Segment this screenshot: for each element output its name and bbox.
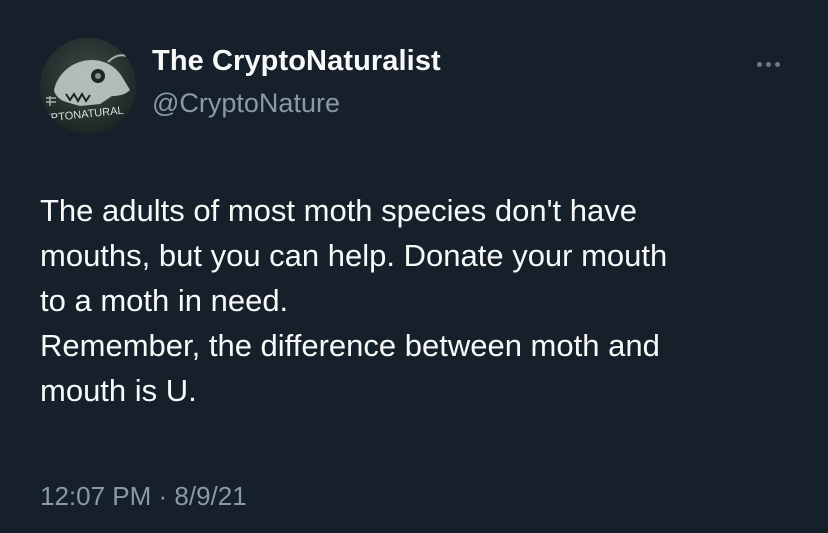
tweet-text: The adults of most moth species don't ha… — [40, 188, 800, 413]
author-handle[interactable]: @CryptoNature — [152, 88, 340, 119]
more-options-icon — [756, 61, 762, 67]
more-options-button[interactable] — [750, 52, 786, 76]
tweet-text-line: mouth is U. — [40, 373, 197, 408]
tweet-text-line: mouths, but you can help. Donate your mo… — [40, 238, 668, 273]
author-display-name[interactable]: The CryptoNaturalist — [152, 45, 441, 78]
tweet-text-line: to a moth in need. — [40, 283, 289, 318]
more-options-icon — [765, 61, 771, 67]
tweet-text-line: Remember, the difference between moth an… — [40, 328, 660, 363]
tweet-text-line: The adults of most moth species don't ha… — [40, 193, 637, 228]
more-options-icon — [774, 61, 780, 67]
fox-skull-avatar-icon: YPTONATURAL — [40, 38, 136, 134]
tweet-date-link[interactable]: 8/9/21 — [174, 481, 246, 511]
tweet-timestamp: 12:07 PM · 8/9/21 — [40, 481, 247, 512]
tweet-time-link[interactable]: 12:07 PM — [40, 481, 151, 511]
tweet-card: YPTONATURAL The CryptoNaturalist @Crypto… — [0, 0, 828, 533]
profile-avatar[interactable]: YPTONATURAL — [40, 38, 136, 134]
timestamp-separator: · — [151, 481, 175, 511]
